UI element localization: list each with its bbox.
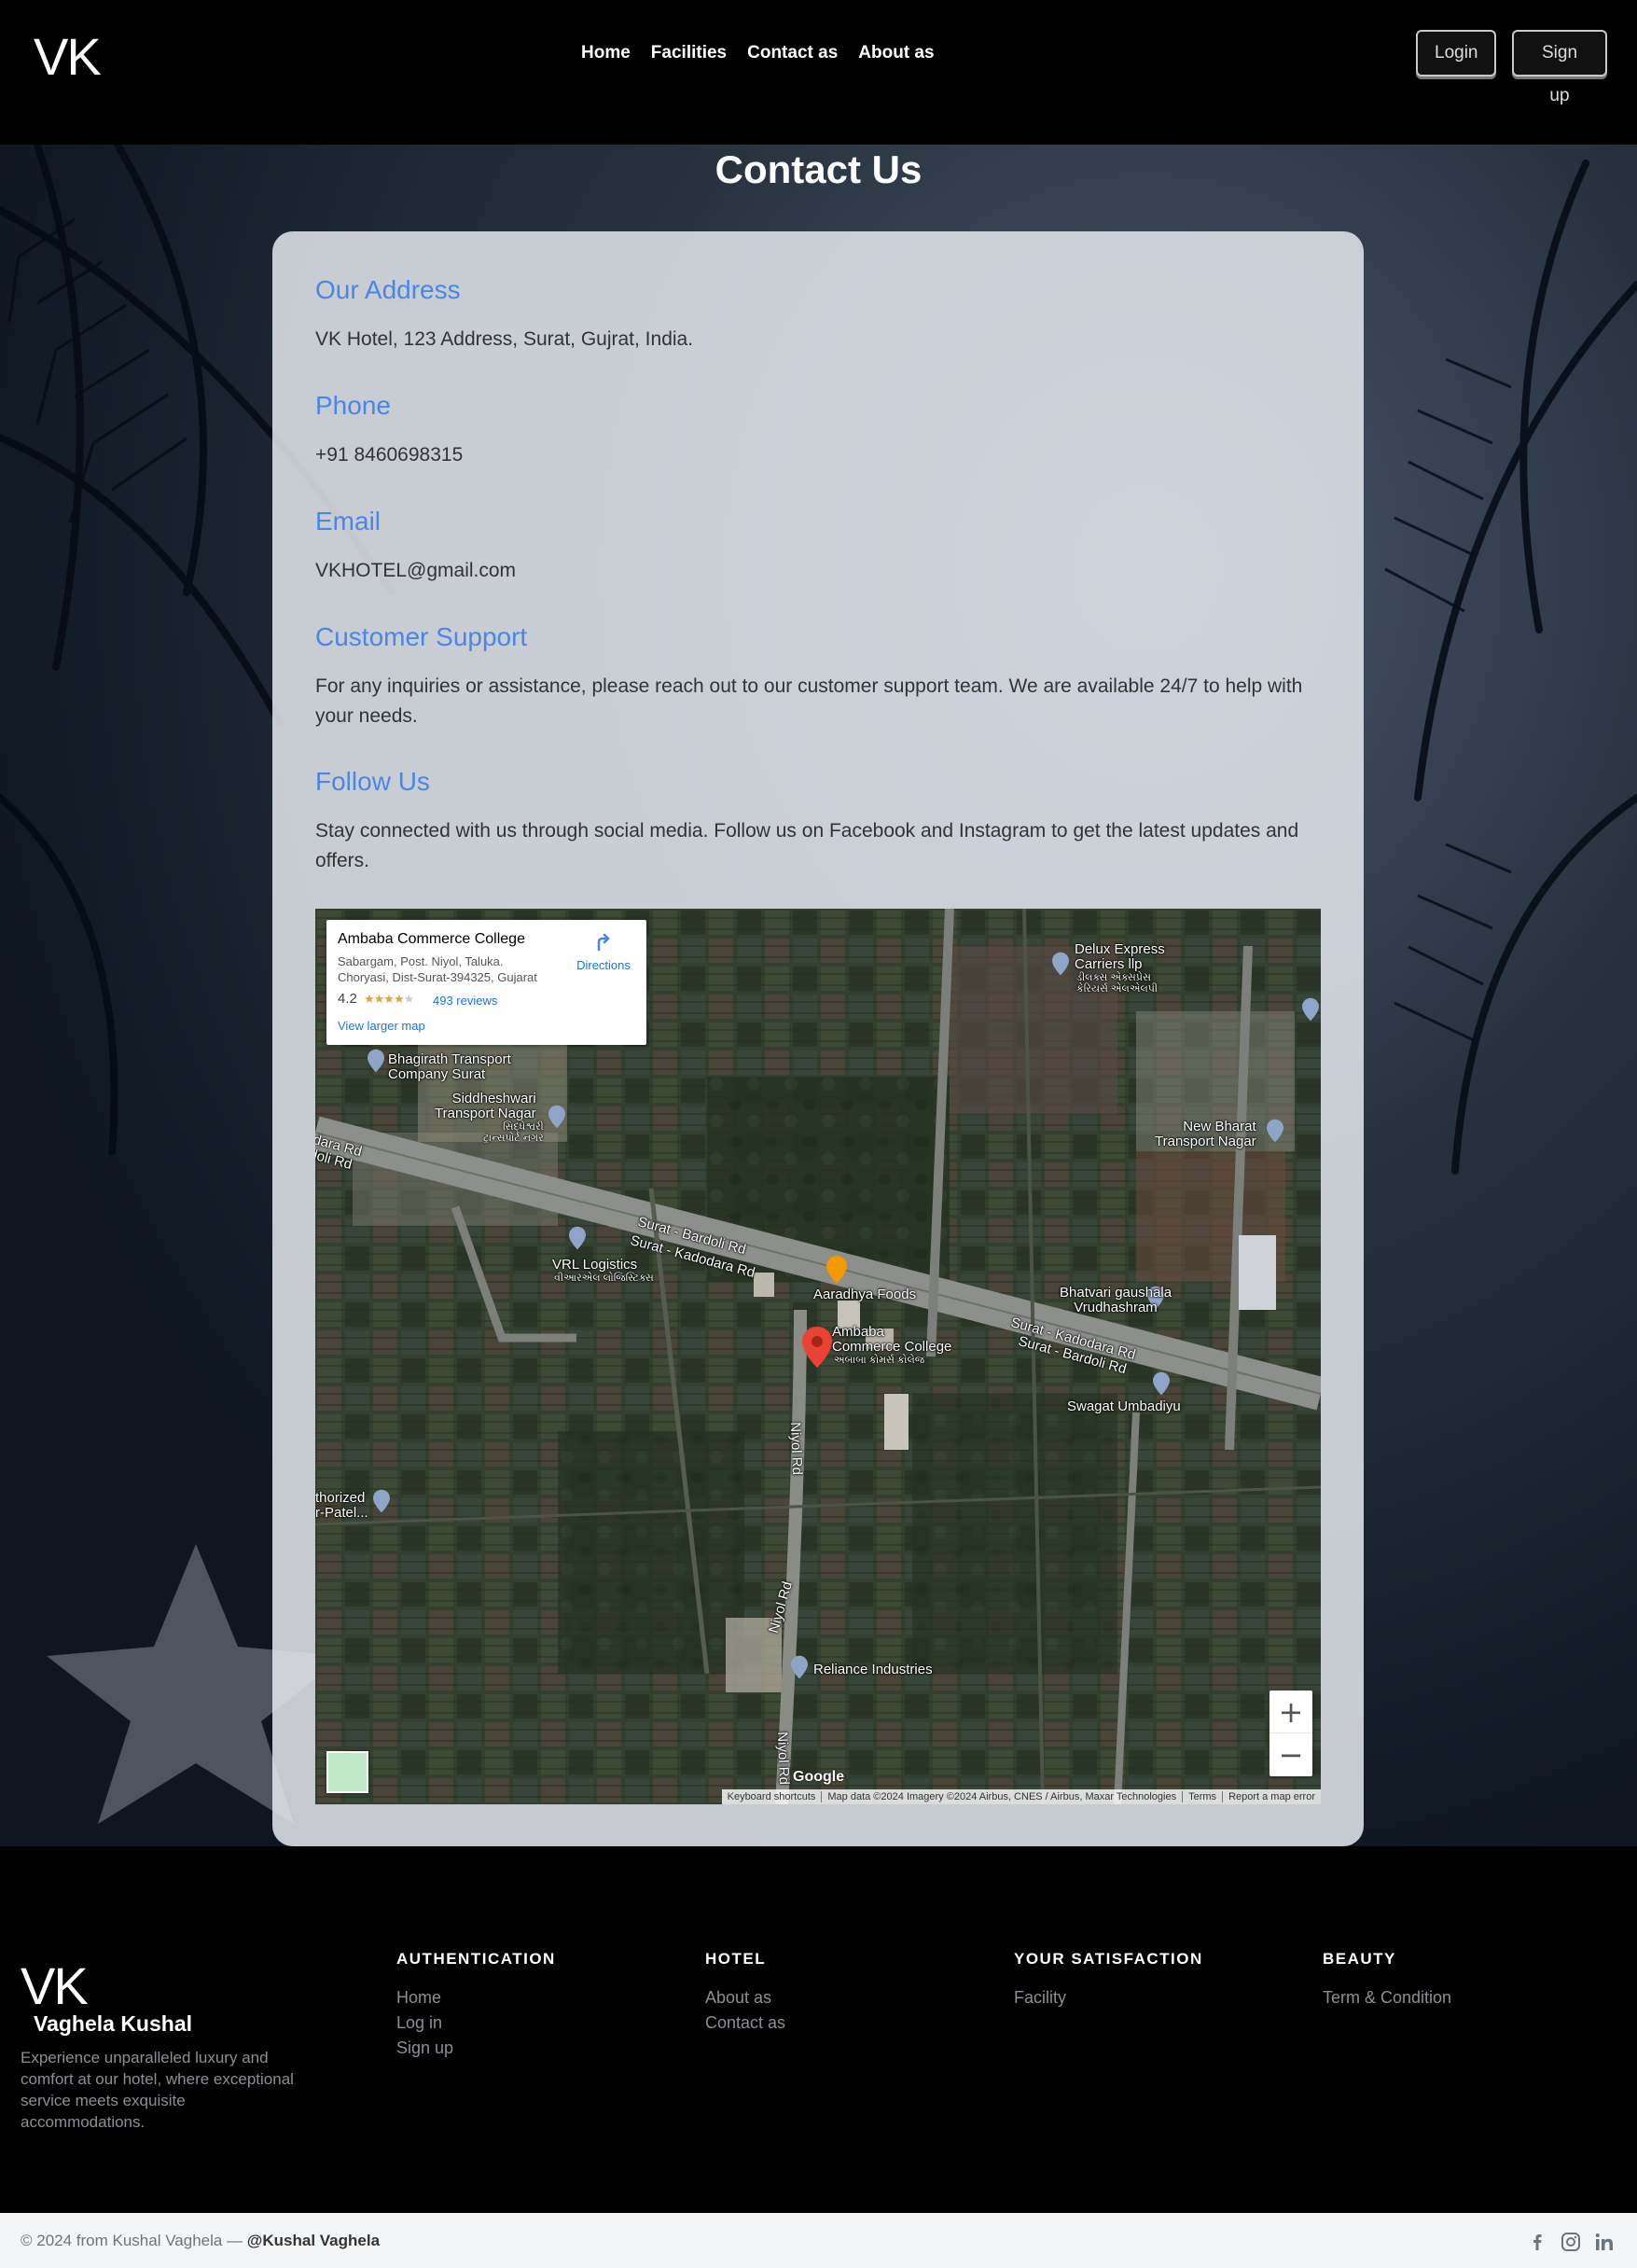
map-label-vrl-local: વીઆરએલ લોજિસ્ટિક્સ — [554, 1273, 654, 1284]
keyboard-shortcuts-link[interactable]: Keyboard shortcuts — [722, 1791, 822, 1802]
contact-card: Our Address VK Hotel, 123 Address, Surat… — [272, 231, 1364, 1846]
embedded-map[interactable]: Delux Express Carriers llp ડીલક્સ એક્સપ્… — [315, 909, 1321, 1804]
copyright-text: © 2024 from Kushal Vaghela — @Kushal Vag… — [21, 2232, 380, 2250]
map-label-siddheshwari-local: સિદ્ધેશ્વરી ટ્રાન્સપોર્ટ નગર — [483, 1121, 544, 1144]
map-label-delux-local: ડીલક્સ એક્સપ્રેસ કેરિયર્સ એલએલપી — [1076, 972, 1158, 995]
nav-link-about[interactable]: About as — [848, 43, 944, 63]
map-label-ambaba-local: અંબાબા કોમર્સ કોલેજ — [834, 1355, 925, 1366]
nav-links: Home Facilities Contact as About as — [581, 43, 945, 63]
footer-col-authentication: AUTHENTICATION Home Log in Sign up — [396, 1950, 556, 2061]
map-label-reliance[interactable]: Reliance Industries — [813, 1663, 933, 1677]
map-label-new-bharat[interactable]: New Bharat Transport Nagar — [1155, 1120, 1256, 1149]
footer-link-login[interactable]: Log in — [396, 2011, 556, 2036]
nav-link-home[interactable]: Home — [581, 43, 641, 63]
footer-col-beauty: BEAUTY Term & Condition — [1323, 1950, 1451, 2011]
footer-link-signup[interactable]: Sign up — [396, 2036, 556, 2061]
phone-text: +91 8460698315 — [315, 444, 464, 466]
place-pin-icon[interactable] — [548, 1105, 565, 1129]
report-error-link[interactable]: Report a map error — [1222, 1791, 1321, 1802]
footer-owner-name: Vaghela Kushal — [34, 2011, 193, 2036]
zoom-out-button[interactable]: − — [1269, 1733, 1312, 1776]
navbar: VK Home Facilities Contact as About as L… — [0, 0, 1637, 145]
map-attribution: Keyboard shortcuts Map data ©2024 Imager… — [721, 1789, 1321, 1804]
address-title: Our Address — [315, 275, 461, 304]
footer — [0, 1846, 1637, 2213]
map-data-text: Map data ©2024 Imagery ©2024 Airbus, CNE… — [821, 1791, 1182, 1802]
footer-col-heading: BEAUTY — [1323, 1950, 1396, 1968]
email-text: VKHOTEL@gmail.com — [315, 560, 517, 581]
map-layer-toggle[interactable] — [326, 1751, 368, 1793]
footer-col-satisfaction: YOUR SATISFACTION Facility — [1014, 1950, 1203, 2011]
terms-link[interactable]: Terms — [1182, 1791, 1222, 1802]
place-name: Ambaba Commerce College — [338, 931, 525, 947]
map-label-bhatvari[interactable]: Bhatvari gaushala Vrudhashram — [1060, 1286, 1172, 1315]
zoom-in-button[interactable]: + — [1269, 1691, 1312, 1733]
map-label-niyol-rd: Niyol Rd — [787, 1421, 805, 1476]
follow-title: Follow Us — [315, 767, 430, 796]
signup-button[interactable]: Sign up — [1512, 30, 1607, 105]
google-logo: Google — [793, 1769, 845, 1785]
copyright-bar: © 2024 from Kushal Vaghela — @Kushal Vag… — [0, 2213, 1637, 2268]
footer-col-heading: AUTHENTICATION — [396, 1950, 556, 1968]
place-pin-icon[interactable] — [1267, 1119, 1283, 1143]
place-pin-icon[interactable] — [1153, 1371, 1170, 1396]
map-label-bhagirath[interactable]: Bhagirath Transport Company Surat — [388, 1052, 511, 1082]
map-label-swagat[interactable]: Swagat Umbadiyu — [1067, 1399, 1181, 1414]
map-label-aaradhya[interactable]: Aaradhya Foods — [813, 1287, 916, 1302]
footer-col-heading: HOTEL — [705, 1950, 767, 1968]
footer-link-contact[interactable]: Contact as — [705, 2011, 785, 2036]
footer-link-home[interactable]: Home — [396, 1985, 556, 2011]
footer-description: Experience unparalleled luxury and comfo… — [21, 2049, 294, 2131]
zoom-controls: + − — [1269, 1691, 1312, 1776]
support-title: Customer Support — [315, 622, 528, 651]
linkedin-icon[interactable] — [1593, 2231, 1616, 2253]
brand-logo[interactable]: VK — [34, 26, 102, 87]
place-pin-icon[interactable] — [1302, 997, 1319, 1022]
map-label-niyol-rd-3: Niyol Rd — [774, 1731, 792, 1786]
login-button[interactable]: Login — [1416, 30, 1496, 77]
place-pin-icon[interactable] — [373, 1489, 390, 1513]
place-pin-icon[interactable] — [1052, 952, 1069, 976]
map-label-ambaba[interactable]: Ambaba Commerce College — [832, 1325, 951, 1355]
rating-stars-icon: ★★★★★ — [364, 992, 414, 1006]
place-pin-icon[interactable] — [368, 1049, 384, 1073]
support-text: For any inquiries or assistance, please … — [315, 675, 1303, 727]
footer-link-about[interactable]: About as — [705, 1985, 785, 2011]
location-pin-icon[interactable] — [802, 1327, 832, 1368]
nav-link-facilities[interactable]: Facilities — [641, 43, 737, 63]
map-label-authorized[interactable]: thorized r-Patel... — [315, 1491, 368, 1521]
map-label-delux[interactable]: Delux Express Carriers llp — [1075, 942, 1165, 972]
restaurant-pin-icon[interactable] — [826, 1256, 847, 1284]
place-pin-icon[interactable] — [791, 1655, 808, 1679]
place-rating: 4.2 — [338, 991, 357, 1007]
map-label-vrl[interactable]: VRL Logistics — [552, 1258, 637, 1273]
directions-icon[interactable] — [592, 931, 615, 953]
footer-brand-logo[interactable]: VK — [21, 1955, 89, 2016]
directions-link[interactable]: Directions — [569, 958, 638, 972]
place-pin-icon[interactable] — [569, 1226, 586, 1250]
page-title: Contact Us — [714, 147, 923, 191]
place-address: Sabargam, Post. Niyol, Taluka. Choryasi,… — [338, 954, 537, 984]
nav-link-contact[interactable]: Contact as — [737, 43, 848, 63]
view-larger-map-link[interactable]: View larger map — [338, 1019, 425, 1033]
map-label-siddheshwari[interactable]: Siddheshwari Transport Nagar — [435, 1092, 536, 1121]
instagram-icon[interactable] — [1560, 2231, 1582, 2253]
footer-link-facility[interactable]: Facility — [1014, 1985, 1203, 2011]
follow-text: Stay connected with us through social me… — [315, 820, 1299, 871]
reviews-link[interactable]: 493 reviews — [433, 994, 497, 1008]
email-title: Email — [315, 507, 382, 536]
map-place-card: Ambaba Commerce College Sabargam, Post. … — [326, 920, 646, 1045]
footer-col-hotel: HOTEL About as Contact as — [705, 1950, 785, 2036]
copyright-handle[interactable]: @Kushal Vaghela — [247, 2232, 380, 2249]
footer-link-terms[interactable]: Term & Condition — [1323, 1985, 1451, 2011]
phone-title: Phone — [315, 391, 391, 420]
address-text: VK Hotel, 123 Address, Surat, Gujrat, In… — [315, 328, 694, 350]
copyright-label: © 2024 from Kushal Vaghela — — [21, 2232, 247, 2249]
facebook-icon[interactable] — [1526, 2231, 1548, 2253]
footer-col-heading: YOUR SATISFACTION — [1014, 1950, 1203, 1968]
